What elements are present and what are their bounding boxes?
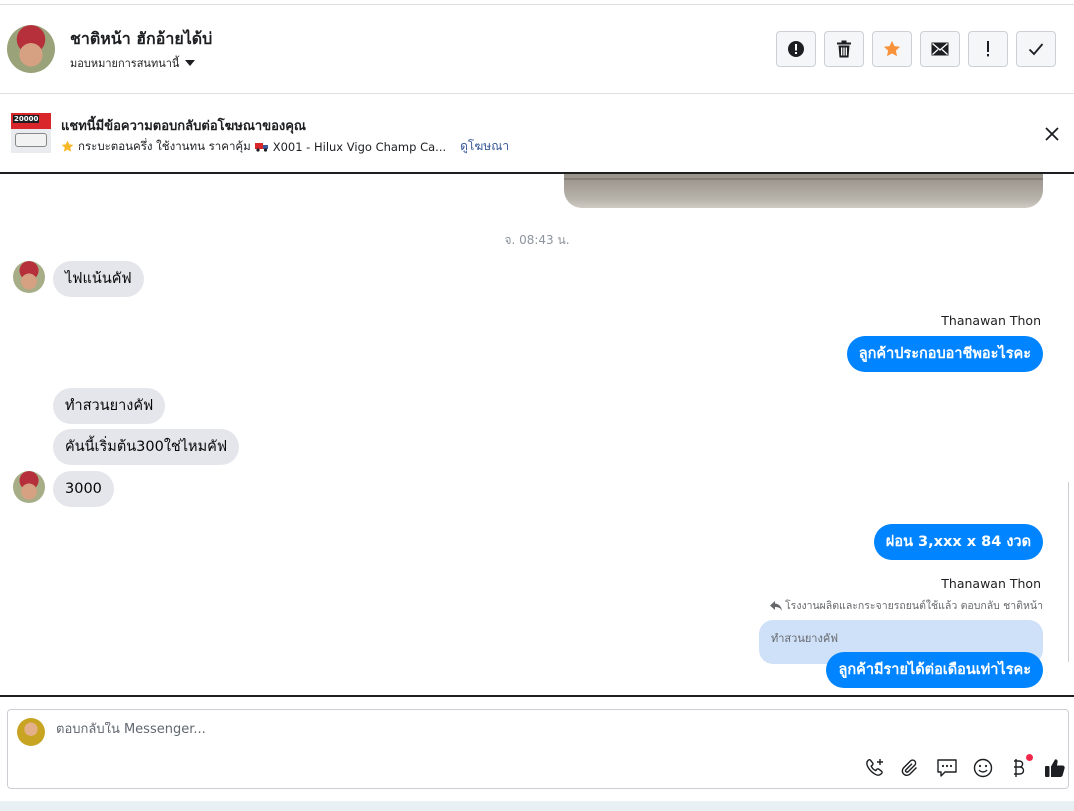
call-button[interactable] — [863, 756, 887, 780]
truck-emoji-icon — [254, 143, 268, 152]
assign-conversation-dropdown[interactable]: มอบหมายการสนทนานี้ — [70, 54, 196, 72]
ad-thumbnail-price: 20000 — [13, 115, 40, 123]
star-emoji-icon — [61, 140, 74, 152]
ad-banner-title: แชทนี้มีข้อความตอบกลับต่อโฆษณาของคุณ — [61, 119, 306, 134]
emoji-button[interactable] — [971, 756, 995, 780]
contact-avatar[interactable] — [7, 25, 55, 73]
contact-avatar-small[interactable] — [13, 471, 45, 503]
ad-product: X001 - Hilux Vigo Champ Ca... — [272, 139, 447, 154]
message-thread[interactable]: จ. 08:43 น. ไฟแน้นคัฟ Thanawan Thon ลูกค… — [0, 174, 1074, 695]
envelope-icon — [931, 42, 949, 56]
saved-replies-button[interactable] — [935, 756, 959, 780]
attached-photo[interactable] — [564, 174, 1043, 208]
saved-reply-icon — [937, 759, 957, 777]
add-call-icon — [866, 759, 883, 776]
view-ad-link[interactable]: ดูโฆษณา — [460, 137, 509, 156]
notification-dot — [1026, 754, 1033, 761]
sender-name: Thanawan Thon — [941, 576, 1041, 591]
check-icon — [1028, 43, 1044, 56]
exclamation-icon — [987, 41, 989, 57]
composer-divider — [0, 695, 1074, 697]
ad-reply-banner: 20000 แชทนี้มีข้อความตอบกลับต่อโฆษณาของค… — [0, 95, 1074, 174]
assign-label: มอบหมายการสนทนานี้ — [70, 57, 180, 70]
side-panel-edge — [1068, 482, 1074, 662]
attach-button[interactable] — [899, 756, 923, 780]
ad-banner-details: กระบะตอนครึ่ง ใช้งานทน ราคาคุ้ม X001 - H… — [61, 137, 509, 156]
truck-image — [15, 133, 47, 147]
caret-down-icon — [185, 60, 196, 66]
incoming-message[interactable]: 3000 — [53, 471, 114, 507]
outgoing-message[interactable]: ลูกค้าประกอบอาชีพอะไรคะ — [846, 336, 1043, 372]
mark-spam-button[interactable] — [776, 31, 816, 67]
contact-avatar-small[interactable] — [13, 261, 45, 293]
ad-description: กระบะตอนครึ่ง ใช้งานทน ราคาคุ้ม — [78, 138, 251, 153]
page-avatar — [17, 718, 45, 746]
like-button[interactable] — [1043, 756, 1067, 780]
star-icon — [883, 40, 901, 57]
trash-icon — [837, 40, 851, 58]
incoming-message[interactable]: คันนี้เริ่มต้น300ใช่ไหมคัฟ — [53, 429, 240, 465]
baht-payment-icon — [1014, 759, 1025, 777]
conversation-header: ชาติหน้า ฮักอ้ายได้บ่ มอบหมายการสนทนานี้ — [0, 5, 1074, 94]
reply-context-text: โรงงานผลิตและกระจายรถยนต์ใช้แล้ว ตอบกลับ… — [785, 600, 1043, 612]
mark-done-button[interactable] — [1016, 31, 1056, 67]
delete-button[interactable] — [824, 31, 864, 67]
close-banner-button[interactable] — [1042, 124, 1062, 144]
ad-thumbnail[interactable]: 20000 — [11, 113, 51, 153]
payment-button[interactable] — [1007, 754, 1033, 780]
close-icon — [1045, 127, 1059, 141]
reply-context: โรงงานผลิตและกระจายรถยนต์ใช้แล้ว ตอบกลับ… — [770, 597, 1043, 614]
reply-input[interactable] — [56, 722, 756, 737]
mark-unread-button[interactable] — [920, 31, 960, 67]
emoji-icon — [973, 758, 993, 778]
sender-name: Thanawan Thon — [941, 313, 1041, 328]
incoming-message[interactable]: ทำสวนยางคัฟ — [53, 388, 166, 424]
header-actions — [776, 31, 1056, 67]
bottom-strip — [0, 801, 1074, 811]
incoming-message[interactable]: ไฟแน้นคัฟ — [53, 261, 144, 297]
paperclip-icon — [901, 759, 917, 777]
reply-arrow-icon — [770, 600, 783, 611]
exclamation-circle-icon — [788, 41, 804, 57]
outgoing-message[interactable]: ผ่อน 3,xxx x 84 งวด — [873, 524, 1043, 560]
outgoing-message[interactable]: ลูกค้ามีรายได้ต่อเดือนเท่าไรคะ — [826, 652, 1043, 688]
composer-tools — [863, 754, 1067, 780]
follow-up-button[interactable] — [968, 31, 1008, 67]
thumbs-up-icon — [1045, 759, 1065, 777]
star-button[interactable] — [872, 31, 912, 67]
message-composer — [7, 709, 1069, 789]
contact-name[interactable]: ชาติหน้า ฮักอ้ายได้บ่ — [70, 27, 212, 52]
message-timestamp: จ. 08:43 น. — [504, 233, 570, 247]
